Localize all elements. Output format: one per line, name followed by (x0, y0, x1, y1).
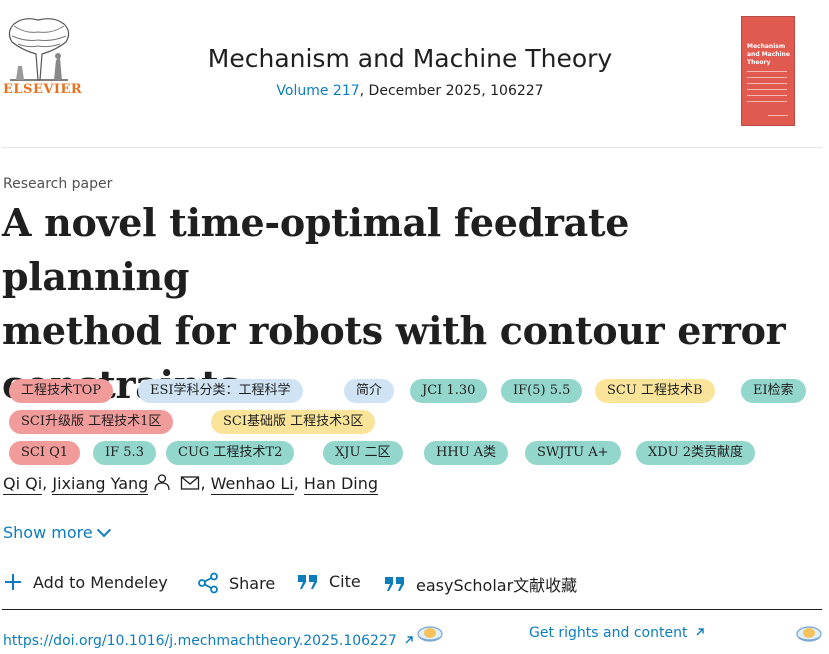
author-contact-icons[interactable] (153, 473, 200, 495)
tag-badge[interactable]: JCI 1.30 (410, 379, 488, 403)
issue-details: , December 2025, 106227 (359, 83, 544, 99)
tag-badge[interactable]: SCI升级版 工程技术1区 (9, 410, 174, 434)
title-line: method for robots with contour error (2, 308, 786, 353)
author-link[interactable]: Wenhao Li (210, 473, 294, 495)
author-separator: , (42, 473, 48, 493)
easyscholar-label: easyScholar文献收藏 (416, 576, 578, 595)
tag-badge[interactable]: 工程技术TOP (9, 379, 114, 403)
show-more-label: Show more (3, 523, 93, 542)
tag-badge[interactable]: SCU 工程技术B (595, 379, 715, 403)
author-link[interactable]: Qi Qi (3, 473, 43, 495)
author-list: Qi Qi, Jixiang Yang , Wenhao Li, Han Din… (3, 473, 379, 495)
journal-issue: Volume 217, December 2025, 106227 (140, 83, 680, 99)
cover-title: Mechanism and Machine Theory (747, 43, 790, 66)
title-line: A novel time-optimal feedrate planning (2, 200, 630, 299)
actions-divider (2, 609, 822, 610)
tag-badge[interactable]: IF(5) 5.5 (501, 379, 583, 403)
author-link[interactable]: Jixiang Yang (52, 473, 149, 495)
mendeley-label: Add to Mendeley (33, 572, 168, 592)
volume-link[interactable]: Volume 217 (276, 83, 359, 99)
tag-badge[interactable]: ESI学科分类：工程科学 (138, 379, 303, 403)
rights-text: Get rights and content (529, 625, 688, 641)
quote-icon (385, 577, 404, 591)
elsevier-wordmark: ELSEVIER (3, 82, 83, 97)
cite-button[interactable]: Cite (297, 572, 361, 591)
author-separator: , (200, 473, 206, 493)
journal-info: Mechanism and Machine Theory Volume 217,… (140, 44, 680, 99)
chevron-down-icon (96, 523, 111, 538)
journal-title[interactable]: Mechanism and Machine Theory (140, 44, 680, 73)
tag-badge[interactable]: HHU A类 (424, 441, 509, 465)
external-link-icon (405, 636, 413, 644)
share-icon (198, 572, 218, 594)
add-to-mendeley-button[interactable]: Add to Mendeley (3, 572, 168, 592)
tag-badge[interactable]: CUG 工程技术T2 (166, 441, 295, 465)
author-separator: , (293, 473, 299, 493)
person-icon (154, 474, 171, 491)
author-link[interactable]: Han Ding (303, 473, 379, 495)
tag-badge[interactable]: EI检索 (741, 379, 806, 403)
quote-icon (298, 574, 317, 589)
tag-badge[interactable]: XJU 二区 (323, 441, 403, 465)
plus-icon (5, 574, 21, 590)
journal-cover-image[interactable]: Mechanism and Machine Theory (741, 16, 795, 126)
rights-link[interactable]: Get rights and content (529, 625, 705, 641)
header-divider (2, 147, 822, 148)
journal-header: ELSEVIER Mechanism and Machine Theory Vo… (0, 0, 829, 148)
doi-link[interactable]: https://doi.org/10.1016/j.mechmachtheory… (3, 633, 414, 649)
easyscholar-button[interactable]: easyScholar文献收藏 (384, 572, 577, 596)
tag-badge[interactable]: SCI Q1 (9, 441, 81, 465)
tag-badge[interactable]: 简介 (344, 379, 395, 403)
external-link-icon (696, 628, 704, 636)
share-button[interactable]: Share (197, 572, 275, 594)
tag-badge[interactable]: XDU 2类贡献度 (636, 441, 756, 465)
doi-text: https://doi.org/10.1016/j.mechmachtheory… (3, 633, 397, 649)
translate-globe-icon[interactable] (795, 624, 823, 644)
envelope-icon (181, 476, 200, 490)
show-more-button[interactable]: Show more (3, 523, 111, 542)
translate-globe-icon[interactable] (416, 624, 444, 644)
article-type: Research paper (3, 176, 113, 192)
tag-badge[interactable]: SWJTU A+ (525, 441, 621, 465)
tag-badge[interactable]: SCI基础版 工程技术3区 (211, 410, 376, 434)
tag-badge[interactable]: IF 5.3 (93, 441, 156, 465)
cite-label: Cite (329, 572, 361, 591)
share-label: Share (229, 573, 276, 593)
